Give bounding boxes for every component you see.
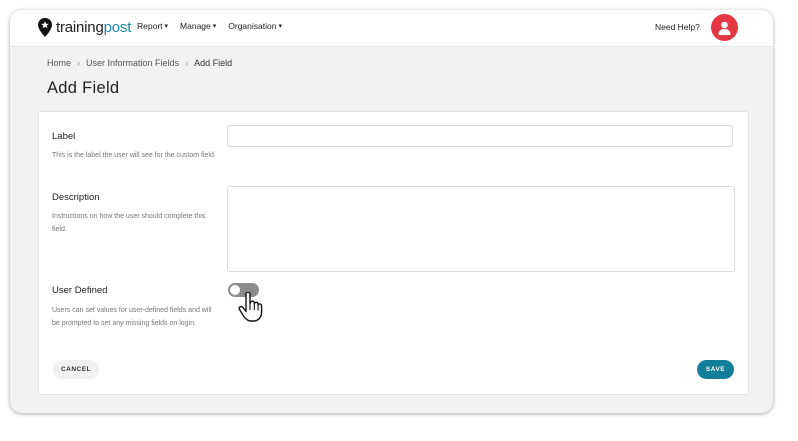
nav-organisation-label: Organisation (228, 21, 277, 31)
map-pin-star-icon (38, 17, 52, 37)
breadcrumb: Home › User Information Fields › Add Fie… (47, 58, 232, 68)
user-defined-field-title: User Defined (52, 285, 108, 296)
top-navbar: trainingpost Report ▾ Manage ▾ Organisat… (10, 10, 773, 47)
description-field-help: Instructions on how the user should comp… (52, 213, 206, 233)
breadcrumb-user-information-fields[interactable]: User Information Fields (86, 58, 179, 68)
add-field-form: Label This is the label the user will se… (38, 111, 749, 395)
nav-manage[interactable]: Manage ▾ (180, 21, 216, 31)
brand-name: trainingpost (56, 18, 132, 36)
label-field-title: Label (52, 131, 76, 142)
chevron-down-icon: ▾ (212, 23, 217, 30)
nav-report[interactable]: Report ▾ (137, 21, 168, 31)
chevron-down-icon: ▾ (278, 23, 282, 30)
page-title: Add Field (47, 79, 120, 97)
cancel-button[interactable]: CANCEL (53, 360, 99, 379)
label-input[interactable] (227, 125, 733, 147)
nav-organisation[interactable]: Organisation ▾ (228, 21, 282, 31)
chevron-down-icon: ▾ (164, 23, 169, 30)
chevron-right-icon: › (77, 58, 81, 68)
label-field-help: This is the label the user will see for … (52, 152, 216, 159)
chevron-right-icon: › (185, 58, 189, 68)
description-textarea[interactable] (227, 186, 735, 272)
app-window: trainingpost Report ▾ Manage ▾ Organisat… (10, 10, 773, 413)
user-icon (718, 21, 731, 35)
save-button[interactable]: SAVE (697, 360, 734, 379)
main-nav: Report ▾ Manage ▾ Organisation ▾ (137, 21, 282, 31)
avatar[interactable] (711, 14, 738, 41)
breadcrumb-current: Add Field (194, 58, 233, 68)
breadcrumb-home[interactable]: Home (47, 58, 71, 68)
nav-manage-label: Manage (180, 21, 211, 31)
user-defined-field-help: Users can set values for user-defined fi… (52, 307, 212, 327)
need-help-link[interactable]: Need Help? (655, 22, 700, 32)
brand-logo[interactable]: trainingpost (38, 16, 131, 38)
description-field-title: Description (52, 192, 100, 203)
nav-report-label: Report (137, 21, 163, 31)
hand-pointer-icon (238, 292, 263, 322)
